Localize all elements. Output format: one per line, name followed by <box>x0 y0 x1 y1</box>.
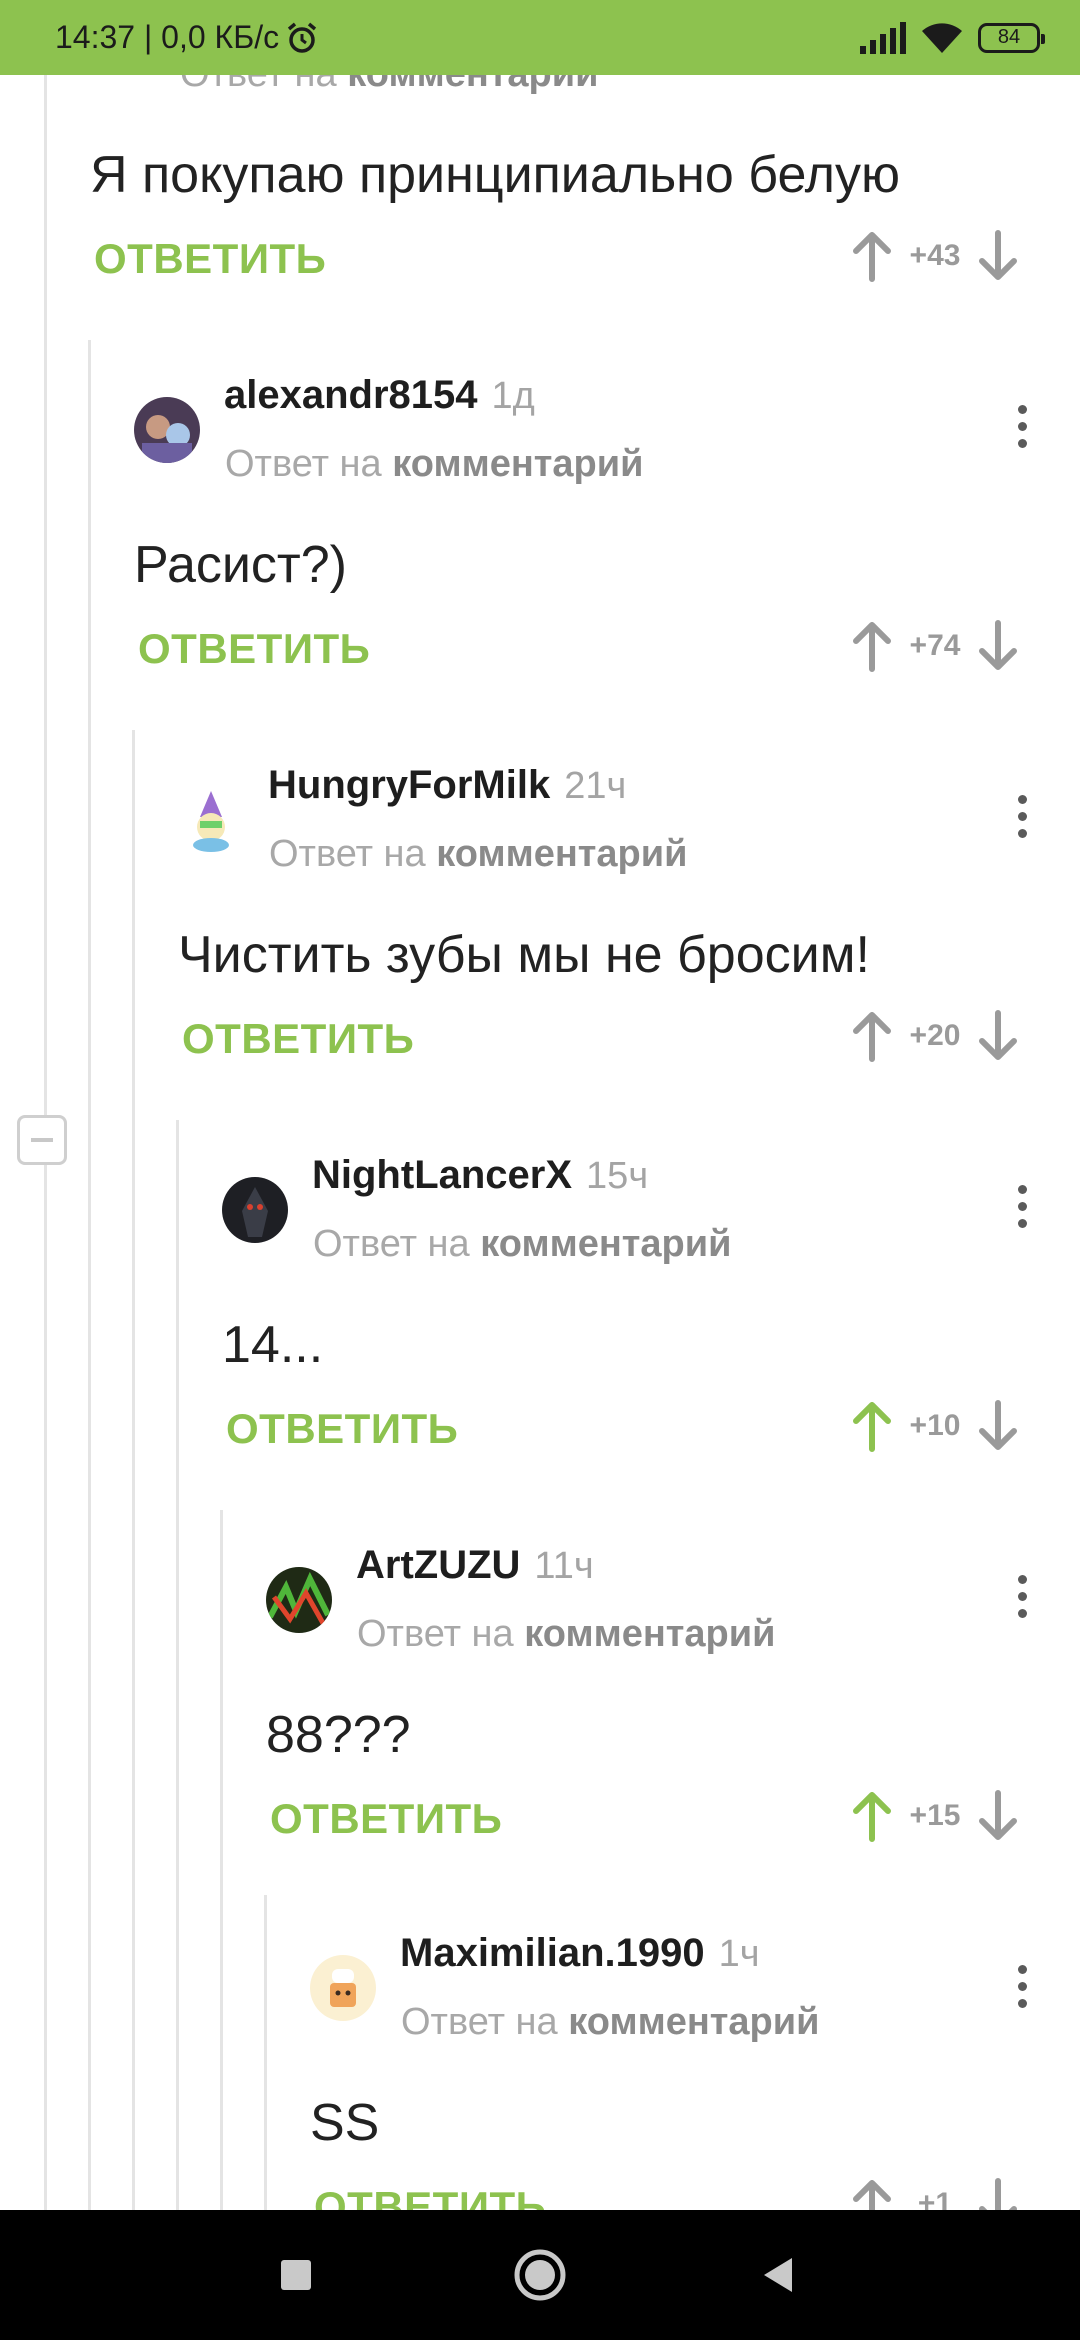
score: +15 <box>909 1799 961 1832</box>
more-options-icon[interactable] <box>1002 1177 1042 1237</box>
vote-controls: +43 <box>850 229 1020 283</box>
thread-line <box>220 1510 223 2210</box>
comment-author[interactable]: alexandr8154 1д <box>224 373 535 418</box>
comment-text: Чистить зубы мы не бросим! <box>178 926 870 984</box>
comment-text: Я покупаю принципиально белую <box>90 146 900 204</box>
reply-to-label: Ответ на комментарий <box>401 2001 820 2043</box>
comment-author[interactable]: HungryForMilk 21ч <box>268 763 626 808</box>
comment-text: 88??? <box>266 1706 411 1764</box>
reply-button[interactable]: ОТВЕТИТЬ <box>94 235 326 283</box>
reply-button[interactable]: ОТВЕТИТЬ <box>314 2183 546 2210</box>
reply-to-link[interactable]: комментарий <box>347 75 598 95</box>
avatar[interactable] <box>222 1177 288 1243</box>
more-options-icon[interactable] <box>1002 1567 1042 1627</box>
comment-time: 11ч <box>534 1545 594 1587</box>
collapse-thread-button[interactable] <box>17 1115 67 1165</box>
upvote-icon[interactable] <box>850 229 894 283</box>
reply-button[interactable]: ОТВЕТИТЬ <box>138 625 370 673</box>
reply-to-label: Ответ на комментарий <box>225 443 644 485</box>
status-left: 14:37 | 0,0 КБ/с <box>55 0 319 75</box>
thread-line <box>132 730 135 2210</box>
reply-button[interactable]: ОТВЕТИТЬ <box>270 1795 502 1843</box>
reply-to-link[interactable]: комментарий <box>480 1223 731 1265</box>
back-button[interactable] <box>750 2245 810 2305</box>
avatar[interactable] <box>266 1567 332 1633</box>
comment-text: SS <box>310 2094 380 2152</box>
score: +1 <box>917 2187 953 2210</box>
comment-text: 14... <box>222 1316 324 1374</box>
score: +10 <box>909 1409 961 1442</box>
more-options-icon[interactable] <box>1002 397 1042 457</box>
reply-to-label: Ответ на комментарий <box>180 75 598 96</box>
score: +74 <box>909 629 961 662</box>
avatar[interactable] <box>134 397 200 463</box>
comment-author[interactable]: ArtZUZU 11ч <box>356 1543 594 1588</box>
reply-to-label: Ответ на комментарий <box>269 833 688 875</box>
reply-to-label: Ответ на комментарий <box>313 1223 732 1265</box>
downvote-icon[interactable] <box>976 619 1020 673</box>
score: +20 <box>909 1019 961 1052</box>
battery-level: 84 <box>997 26 1021 48</box>
comment-time: 15ч <box>586 1155 649 1197</box>
downvote-icon[interactable] <box>976 2177 1020 2210</box>
status-separator: | <box>135 19 162 55</box>
downvote-icon[interactable] <box>976 229 1020 283</box>
vote-controls: +20 <box>850 1009 1020 1063</box>
reply-to-link[interactable]: комментарий <box>392 443 643 485</box>
downvote-icon[interactable] <box>976 1009 1020 1063</box>
downvote-icon[interactable] <box>976 1399 1020 1453</box>
status-bar: 14:37 | 0,0 КБ/с 84 <box>0 0 1080 75</box>
alarm-icon <box>287 22 317 53</box>
vote-controls: +1 <box>850 2177 1020 2210</box>
comments-thread[interactable]: Ответ на комментарий Я покупаю принципиа… <box>0 75 1080 2210</box>
comment-author[interactable]: NightLancerX 15ч <box>312 1153 648 1198</box>
avatar[interactable] <box>178 787 244 853</box>
more-options-icon[interactable] <box>1002 1957 1042 2017</box>
avatar[interactable] <box>310 1955 376 2021</box>
signal-icon <box>860 21 906 54</box>
network-speed: 0,0 КБ/с <box>161 19 280 55</box>
downvote-icon[interactable] <box>976 1789 1020 1843</box>
battery-icon: 84 <box>978 22 1045 53</box>
home-button[interactable] <box>510 2245 570 2305</box>
more-options-icon[interactable] <box>1002 787 1042 847</box>
reply-to-label: Ответ на комментарий <box>357 1613 776 1655</box>
reply-button[interactable]: ОТВЕТИТЬ <box>226 1405 458 1453</box>
reply-to-link[interactable]: комментарий <box>436 833 687 875</box>
comment-author[interactable]: Maximilian.1990 1ч <box>400 1931 760 1976</box>
upvote-icon[interactable] <box>850 1009 894 1063</box>
system-navigation-bar <box>0 2210 1080 2340</box>
reply-to-link[interactable]: комментарий <box>568 2001 819 2043</box>
comment-time: 21ч <box>564 765 627 807</box>
reply-button[interactable]: ОТВЕТИТЬ <box>182 1015 414 1063</box>
reply-to-link[interactable]: комментарий <box>524 1613 775 1655</box>
upvote-icon[interactable] <box>850 1789 894 1843</box>
comment-time: 1д <box>491 375 535 417</box>
score: +43 <box>909 239 961 272</box>
comment-text: Расист?) <box>134 536 347 594</box>
vote-controls: +10 <box>850 1399 1020 1453</box>
comment-time: 1ч <box>718 1933 760 1975</box>
wifi-icon <box>922 22 962 53</box>
status-right: 84 <box>858 0 1045 75</box>
upvote-icon[interactable] <box>850 1399 894 1453</box>
thread-line <box>176 1120 179 2210</box>
thread-line <box>88 340 91 2210</box>
thread-line <box>264 1895 267 2210</box>
status-time: 14:37 <box>55 19 136 55</box>
upvote-icon[interactable] <box>850 2177 894 2210</box>
vote-controls: +15 <box>850 1789 1020 1843</box>
recents-button[interactable] <box>266 2245 326 2305</box>
upvote-icon[interactable] <box>850 619 894 673</box>
vote-controls: +74 <box>850 619 1020 673</box>
